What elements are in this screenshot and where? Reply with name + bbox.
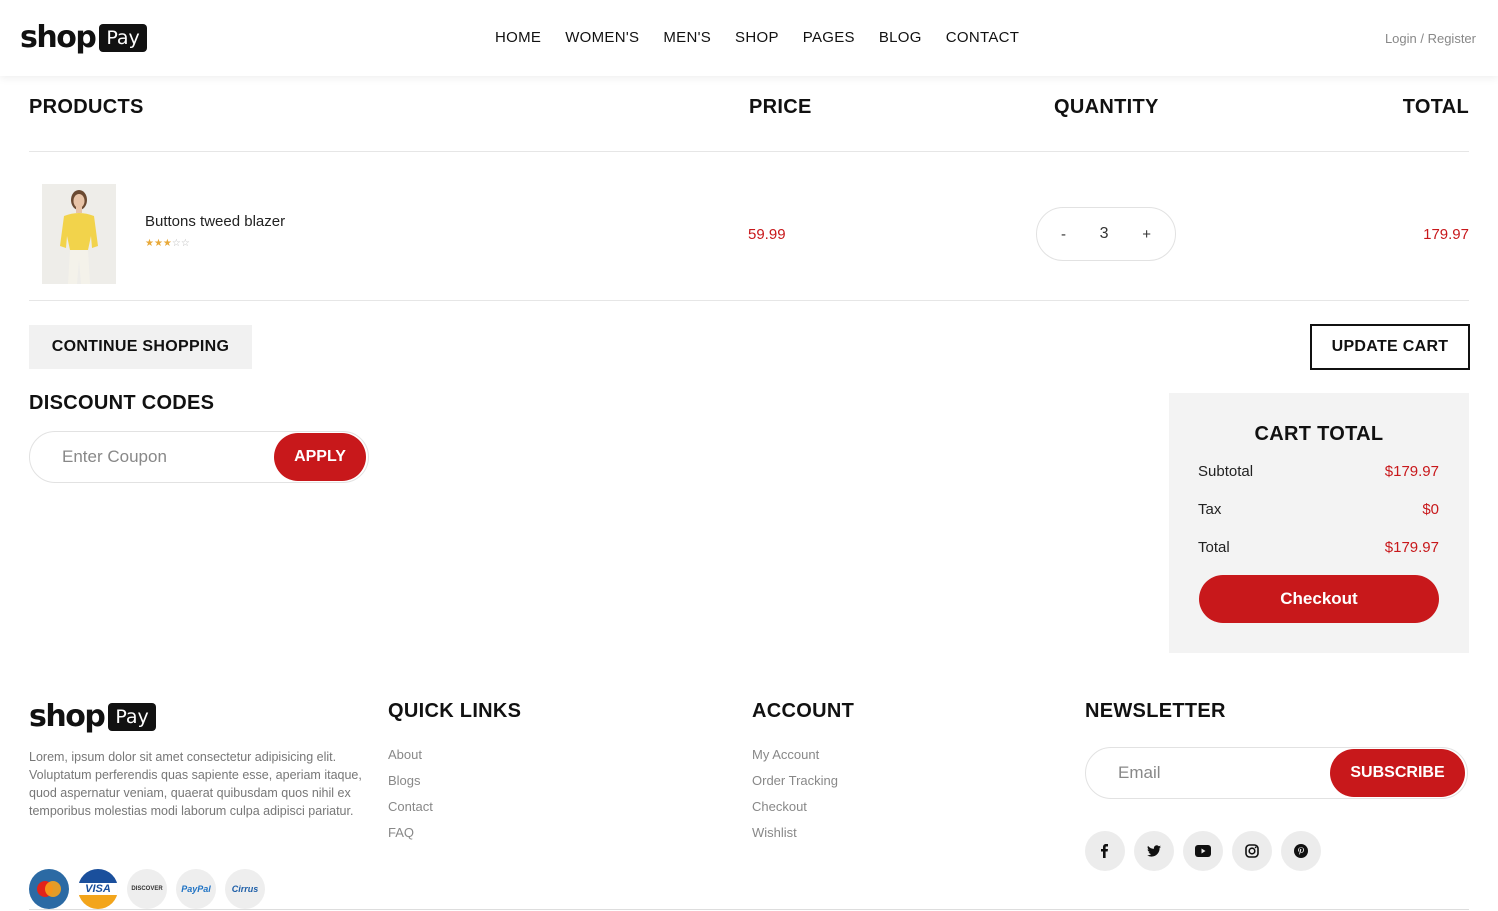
logo-badge: Pay <box>108 702 156 731</box>
divider <box>29 151 1469 152</box>
product-image[interactable] <box>42 184 116 284</box>
footer-link-faq[interactable]: FAQ <box>388 824 433 850</box>
quantity-header: QUANTITY <box>1054 96 1159 118</box>
star-empty-icon: ☆☆ <box>171 238 190 249</box>
divider <box>29 300 1469 301</box>
paypal-icon: PayPal <box>176 869 216 909</box>
footer-logo[interactable]: shop Pay <box>29 699 156 734</box>
tax-value: $0 <box>1422 501 1439 518</box>
coupon-form: APPLY <box>29 431 369 483</box>
pinterest-icon[interactable] <box>1281 831 1321 871</box>
payment-methods: VISA DISCOVER PayPal Cirrus <box>29 869 265 909</box>
nav-shop[interactable]: SHOP <box>735 29 779 46</box>
product-name[interactable]: Buttons tweed blazer <box>145 213 285 230</box>
nav-womens[interactable]: WOMEN'S <box>565 29 639 46</box>
coupon-input[interactable] <box>30 432 275 482</box>
row-total: 179.97 <box>1423 226 1469 243</box>
increment-button[interactable]: + <box>1142 226 1151 243</box>
logo-word: shop <box>29 699 106 734</box>
discover-label: DISCOVER <box>131 886 163 892</box>
total-label: Total <box>1198 539 1230 556</box>
quantity-stepper: - 3 + <box>1036 207 1176 261</box>
quick-links-list: About Blogs Contact FAQ <box>388 746 433 850</box>
total-header: TOTAL <box>1402 96 1469 118</box>
subscribe-button[interactable]: SUBSCRIBE <box>1330 749 1465 797</box>
continue-shopping-button[interactable]: CONTINUE SHOPPING <box>29 325 252 369</box>
logo-badge: Pay <box>99 23 147 52</box>
footer-divider <box>29 909 1469 910</box>
cart-total-panel: CART TOTAL Subtotal $179.97 Tax $0 Total… <box>1169 393 1469 653</box>
account-title: ACCOUNT <box>752 700 855 722</box>
quantity-value[interactable]: 3 <box>1100 225 1109 243</box>
quick-links-title: QUICK LINKS <box>388 700 522 722</box>
total-value: $179.97 <box>1384 539 1439 556</box>
visa-icon: VISA <box>78 869 118 909</box>
total-row: Total $179.97 <box>1198 539 1439 556</box>
cart-total-title: CART TOTAL <box>1254 423 1384 445</box>
footer-link-blogs[interactable]: Blogs <box>388 772 433 798</box>
nav-pages[interactable]: PAGES <box>803 29 855 46</box>
subtotal-value: $179.97 <box>1384 463 1439 480</box>
tax-label: Tax <box>1198 501 1222 518</box>
products-header: PRODUCTS <box>29 96 144 118</box>
subtotal-row: Subtotal $179.97 <box>1198 463 1439 480</box>
apply-button[interactable]: APPLY <box>274 433 366 481</box>
instagram-icon[interactable] <box>1232 831 1272 871</box>
footer-link-about[interactable]: About <box>388 746 433 772</box>
mastercard-icon <box>29 869 69 909</box>
discover-icon: DISCOVER <box>127 869 167 909</box>
nav-home[interactable]: HOME <box>495 29 541 46</box>
decrement-button[interactable]: - <box>1061 226 1066 243</box>
footer-link-wishlist[interactable]: Wishlist <box>752 824 838 850</box>
social-links <box>1085 831 1321 871</box>
nav-blog[interactable]: BLOG <box>879 29 922 46</box>
newsletter-title: NEWSLETTER <box>1085 700 1226 722</box>
footer-link-order-tracking[interactable]: Order Tracking <box>752 772 838 798</box>
tax-row: Tax $0 <box>1198 501 1439 518</box>
account-links-list: My Account Order Tracking Checkout Wishl… <box>752 746 838 850</box>
twitter-icon[interactable] <box>1134 831 1174 871</box>
cirrus-label: Cirrus <box>231 884 259 894</box>
product-rating: ★★★☆☆ <box>145 238 190 249</box>
visa-label: VISA <box>78 883 118 895</box>
paypal-label: PayPal <box>181 884 211 894</box>
login-register-link[interactable]: Login / Register <box>1385 31 1476 46</box>
footer-link-checkout[interactable]: Checkout <box>752 798 838 824</box>
footer-link-my-account[interactable]: My Account <box>752 746 838 772</box>
newsletter-form: SUBSCRIBE <box>1085 747 1468 799</box>
discount-title: DISCOUNT CODES <box>29 392 215 414</box>
site-header: shop Pay HOME WOMEN'S MEN'S SHOP PAGES B… <box>0 0 1498 76</box>
logo-word: shop <box>20 20 97 55</box>
main-nav: HOME WOMEN'S MEN'S SHOP PAGES BLOG CONTA… <box>495 29 1019 46</box>
brand-logo[interactable]: shop Pay <box>20 20 147 55</box>
footer-link-contact[interactable]: Contact <box>388 798 433 824</box>
update-cart-button[interactable]: UPDATE CART <box>1310 324 1470 370</box>
product-price: 59.99 <box>748 226 786 243</box>
youtube-icon[interactable] <box>1183 831 1223 871</box>
email-input[interactable] <box>1086 748 1326 798</box>
cirrus-icon: Cirrus <box>225 869 265 909</box>
star-icon: ★★★ <box>145 238 172 249</box>
checkout-button[interactable]: Checkout <box>1199 575 1439 623</box>
price-header: PRICE <box>749 96 812 118</box>
nav-mens[interactable]: MEN'S <box>663 29 711 46</box>
nav-contact[interactable]: CONTACT <box>946 29 1019 46</box>
subtotal-label: Subtotal <box>1198 463 1254 480</box>
footer-about-text: Lorem, ipsum dolor sit amet consectetur … <box>29 750 362 818</box>
facebook-icon[interactable] <box>1085 831 1125 871</box>
